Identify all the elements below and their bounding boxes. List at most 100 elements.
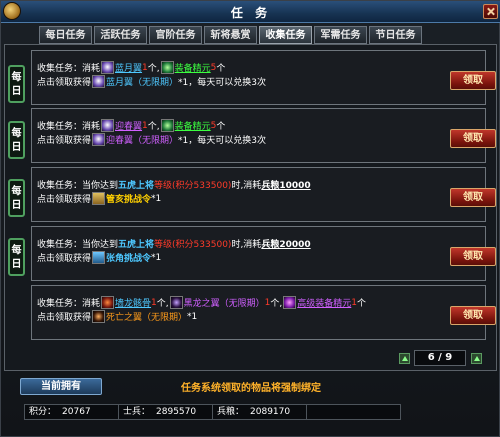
reward-link[interactable]: 管亥挑战令	[106, 192, 151, 205]
score-text: (积分533500)	[172, 181, 232, 191]
empty-stat-box	[306, 404, 401, 420]
claim-button[interactable]: 领取	[450, 306, 496, 325]
tab-daily[interactable]: 每日任务	[39, 26, 92, 44]
task-row: 收集任务：当你达到 五虎上将 等级 (积分533500) 时,消耗 兵粮2000…	[31, 226, 496, 281]
task-text: *1，每天可以兑换3次	[178, 78, 266, 88]
task-line-2: 点击领取获得 蓝月翼（无限期） *1，每天可以兑换3次	[37, 75, 266, 88]
tab-festival[interactable]: 节日任务	[369, 26, 422, 44]
death-wing-icon[interactable]	[92, 310, 106, 323]
reward-link[interactable]: 张角挑战令	[106, 251, 151, 264]
claim-button[interactable]: 领取	[450, 71, 496, 90]
daily-badge: 每 日	[8, 238, 25, 276]
task-text: *1	[187, 311, 198, 322]
task-row: 收集任务：消耗 迎春翼 1 个, 装备精元 5 个 点击领取获得 迎春翼（无限期…	[31, 108, 496, 163]
daily-badge-char: 日	[11, 200, 22, 211]
task-line-2: 点击领取获得 管亥挑战令 *1	[37, 192, 161, 205]
task-line-1: 收集任务：消耗 迎春翼 1 个, 装备精元 5 个	[37, 119, 225, 132]
claim-button[interactable]: 领取	[450, 129, 496, 148]
task-text: 点击领取获得	[37, 313, 92, 323]
reward-link[interactable]: 蓝月翼（无限期）	[106, 75, 178, 88]
prev-page-button[interactable]	[399, 353, 410, 364]
task-text: *1	[151, 252, 162, 263]
reward-link[interactable]: 死亡之翼（无限期）	[106, 310, 187, 323]
task-line-1: 收集任务：当你达到 五虎上将 等级 (积分533500) 时,消耗 兵粮2000…	[37, 237, 311, 250]
soldier-box: 士兵： 2895570	[118, 404, 213, 420]
black-wing-icon[interactable]	[169, 296, 183, 309]
claim-button[interactable]: 领取	[450, 247, 496, 266]
cost-text: 兵粮20000	[261, 240, 311, 250]
task-text: 点击领取获得	[37, 254, 92, 264]
task-text: 个,	[147, 122, 160, 132]
task-text: 收集任务：当你达到	[37, 181, 119, 191]
wing-icon[interactable]	[101, 61, 115, 74]
item-link[interactable]: 蓝月翼	[115, 61, 142, 74]
task-text: 时,消耗	[231, 240, 262, 250]
task-text: 个	[216, 64, 226, 74]
reward-link[interactable]: 迎春翼（无限期）	[106, 133, 178, 146]
level-text: 等级	[154, 240, 173, 250]
claim-button[interactable]: 领取	[450, 188, 496, 207]
tab-bounty[interactable]: 斩将悬赏	[204, 26, 257, 44]
wing-icon[interactable]	[92, 133, 106, 146]
close-button[interactable]	[483, 4, 498, 19]
task-text: 点击领取获得	[37, 78, 92, 88]
daily-badge: 每 日	[8, 179, 25, 217]
score-value: 20767	[62, 407, 91, 417]
item-link[interactable]: 装备精元	[175, 61, 211, 74]
task-text: 收集任务：消耗	[37, 122, 101, 132]
soldier-label: 士兵：	[123, 407, 151, 417]
task-text: 收集任务：消耗	[37, 299, 101, 309]
grain-value: 2089170	[250, 407, 291, 417]
daily-badge-char: 每	[11, 245, 22, 256]
current-owned-button[interactable]: 当前拥有	[20, 378, 102, 395]
tab-rank[interactable]: 官阶任务	[149, 26, 202, 44]
tab-active[interactable]: 活跃任务	[94, 26, 147, 44]
daily-badge-char: 每	[11, 186, 22, 197]
tab-supply[interactable]: 军需任务	[314, 26, 367, 44]
next-page-button[interactable]	[471, 353, 482, 364]
window-title: 任 务	[230, 6, 272, 20]
wing-icon[interactable]	[101, 119, 115, 132]
task-text: 个	[357, 299, 367, 309]
task-line-1: 收集任务：消耗 蓝月翼 1 个, 装备精元 5 个	[37, 61, 225, 74]
item-link[interactable]: 装备精元	[175, 119, 211, 132]
essence-icon[interactable]	[160, 61, 174, 74]
task-text: 个	[216, 122, 226, 132]
daily-badge-char: 日	[11, 86, 22, 97]
task-text: *1，每天可以兑换3次	[178, 136, 266, 146]
essence-icon[interactable]	[160, 119, 174, 132]
task-list-panel: 每 日 收集任务：消耗 蓝月翼 1 个, 装备精元 5 个 点击领取获得 蓝月翼…	[4, 44, 497, 371]
tab-bar: 每日任务 活跃任务 官阶任务 斩将悬赏 收集任务 军需任务 节日任务	[39, 26, 422, 44]
grain-box: 兵粮： 2089170	[212, 404, 307, 420]
task-text: 收集任务：当你达到	[37, 240, 119, 250]
task-row: 收集任务：当你达到 五虎上将 等级 (积分533500) 时,消耗 兵粮1000…	[31, 167, 496, 222]
task-text: 个,	[156, 299, 169, 309]
item-link[interactable]: 高级装备精元	[297, 296, 351, 309]
scroll-icon[interactable]	[92, 251, 106, 264]
grain-label: 兵粮：	[217, 407, 245, 417]
purple-essence-icon[interactable]	[283, 296, 297, 309]
item-link[interactable]: 黑龙之翼（无限期）	[184, 296, 265, 309]
rank-text: 五虎上将	[118, 240, 155, 250]
bind-notice: 任务系统领取的物品将强制绑定	[181, 383, 321, 394]
task-line-1: 收集任务：当你达到 五虎上将 等级 (积分533500) 时,消耗 兵粮1000…	[37, 178, 311, 191]
item-link[interactable]: 迎春翼	[115, 119, 142, 132]
task-text: 点击领取获得	[37, 195, 92, 205]
daily-badge-char: 每	[11, 72, 22, 83]
task-line-1: 收集任务：消耗 墙龙骸骨 1 个, 黑龙之翼（无限期） 1 个, 高级装备精元 …	[37, 296, 366, 309]
tab-collect[interactable]: 收集任务	[259, 26, 312, 44]
soldier-value: 2895570	[156, 407, 197, 417]
item-link[interactable]: 墙龙骸骨	[115, 296, 151, 309]
task-line-2: 点击领取获得 迎春翼（无限期） *1，每天可以兑换3次	[37, 133, 266, 146]
task-line-2: 点击领取获得 死亡之翼（无限期） *1	[37, 310, 197, 323]
page-indicator: 6 / 9	[414, 350, 466, 366]
title-bar[interactable]: 任 务	[1, 1, 500, 23]
task-text: 个,	[270, 299, 283, 309]
daily-badge-char: 日	[11, 259, 22, 270]
wing-icon[interactable]	[92, 75, 106, 88]
score-text: (积分533500)	[172, 240, 232, 250]
dragon-bone-icon[interactable]	[101, 296, 115, 309]
scroll-icon[interactable]	[92, 192, 106, 205]
task-row: 收集任务：消耗 墙龙骸骨 1 个, 黑龙之翼（无限期） 1 个, 高级装备精元 …	[31, 285, 496, 340]
task-text: 收集任务：消耗	[37, 64, 101, 74]
